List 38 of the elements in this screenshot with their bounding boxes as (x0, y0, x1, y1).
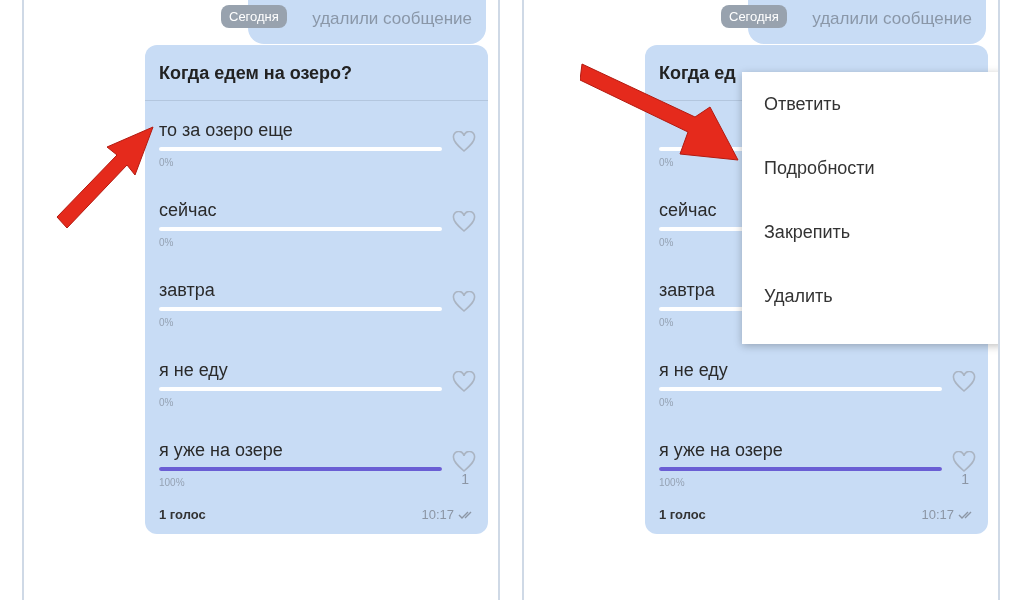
percent-label: 0% (159, 317, 175, 328)
heart-icon[interactable] (452, 291, 476, 313)
heart-icon[interactable] (952, 451, 976, 473)
votes-total: 1 голос (659, 507, 706, 522)
percent-label: 0% (659, 397, 675, 408)
percent-label: 0% (659, 157, 675, 168)
vote-count: 1 (461, 471, 469, 487)
votes-total: 1 голос (159, 507, 206, 522)
heart-icon[interactable] (452, 211, 476, 233)
message-time: 10:17 (421, 507, 454, 522)
menu-item[interactable]: Удалить (742, 270, 998, 334)
heart-icon[interactable] (452, 371, 476, 393)
menu-item[interactable]: Закрепить (742, 206, 998, 270)
poll-option[interactable]: завтра (159, 279, 442, 301)
heart-icon[interactable] (452, 451, 476, 473)
poll-question: Когда едем на озеро? (145, 45, 488, 101)
percent-label: 100% (659, 477, 686, 488)
vote-count: 1 (961, 471, 969, 487)
percent-label: 0% (659, 237, 675, 248)
heart-icon[interactable] (952, 371, 976, 393)
percent-label: 100% (159, 477, 186, 488)
poll-option[interactable]: я уже на озере (159, 439, 442, 461)
date-chip: Сегодня (221, 5, 287, 28)
message-text: удалили сообщение (812, 9, 972, 29)
percent-label: 0% (159, 237, 175, 248)
message-time: 10:17 (921, 507, 954, 522)
percent-label: 0% (159, 157, 175, 168)
poll-option[interactable]: я уже на озере (659, 439, 942, 461)
poll-option[interactable]: сейчас (159, 199, 442, 221)
poll-option[interactable]: я не еду (659, 359, 942, 381)
menu-item[interactable]: Подробности (742, 142, 998, 206)
poll-option[interactable]: то за озеро еще (159, 119, 442, 141)
percent-label: 0% (659, 317, 675, 328)
date-chip: Сегодня (721, 5, 787, 28)
message-text: удалили сообщение (312, 9, 472, 29)
poll-option[interactable]: я не еду (159, 359, 442, 381)
heart-icon[interactable] (452, 131, 476, 153)
percent-label: 0% (159, 397, 175, 408)
